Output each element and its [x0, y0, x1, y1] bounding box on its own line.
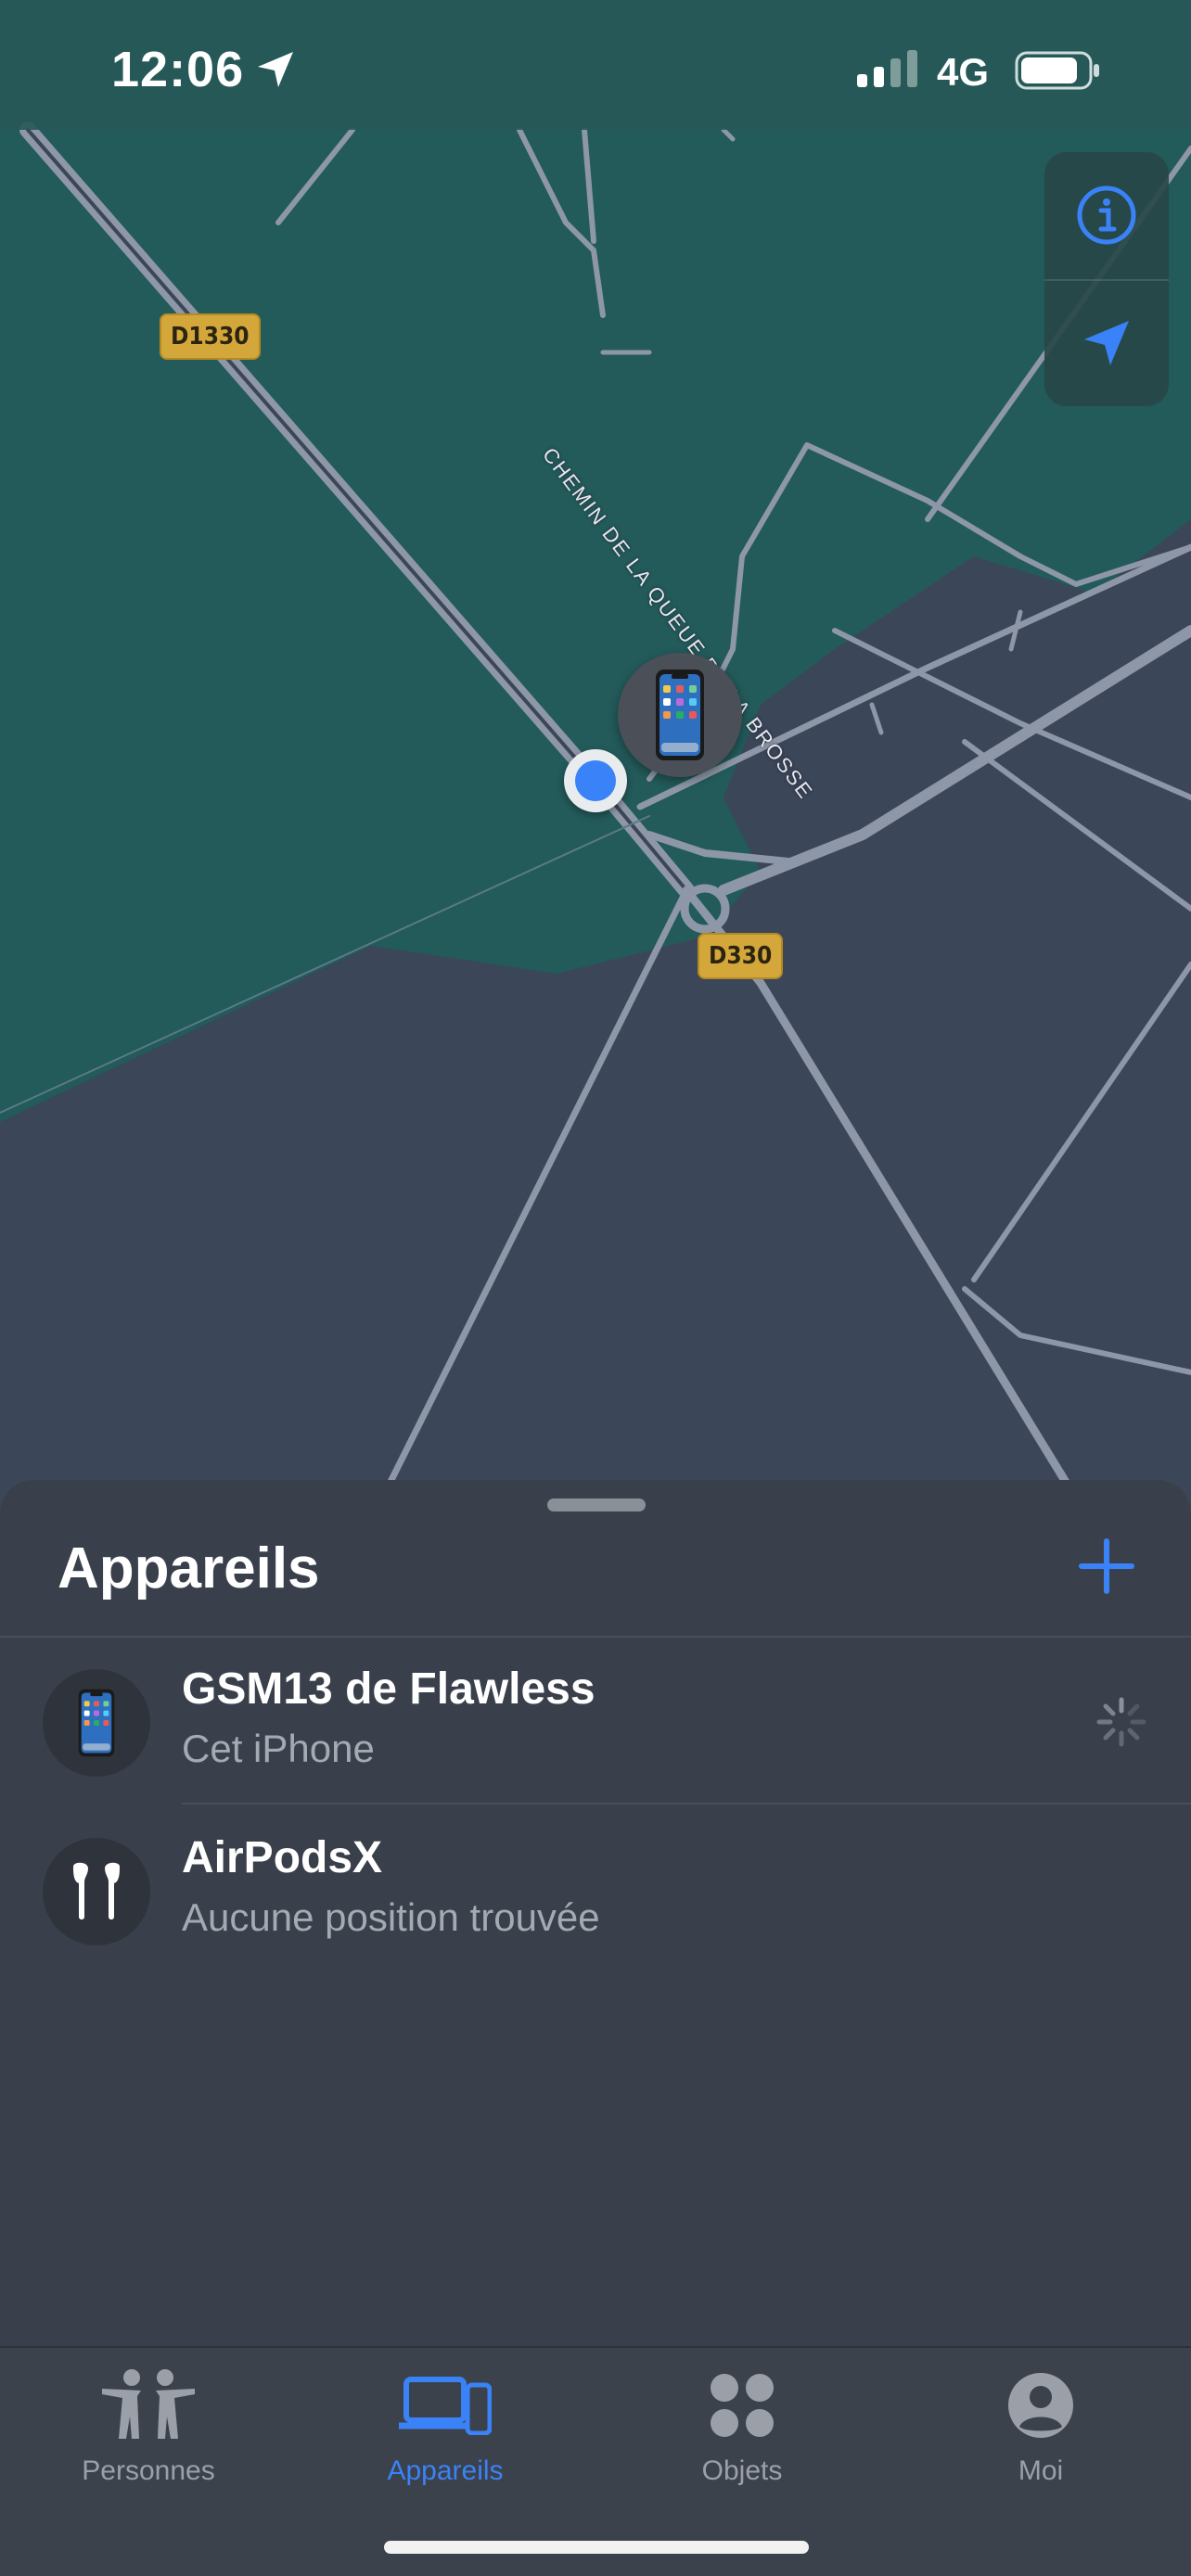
devices-icon — [399, 2377, 492, 2435]
user-location-dot — [564, 749, 627, 812]
map-info-button[interactable] — [1044, 152, 1169, 278]
add-device-button[interactable] — [1076, 1536, 1137, 1597]
items-icon — [711, 2374, 774, 2437]
map-view[interactable]: D1330 D330 CHEMIN DE LA QUEUE DE LA BROS… — [0, 0, 1191, 1576]
network-type: 4G — [937, 50, 990, 94]
device-name: GSM13 de Flawless — [182, 1664, 596, 1714]
list-item-device[interactable]: AirPodsX Aucune position trouvée — [0, 1806, 1191, 1973]
road-badge-d330: D330 — [698, 933, 784, 979]
device-name: AirPodsX — [182, 1833, 383, 1882]
home-indicator[interactable] — [384, 2541, 809, 2554]
iphone-icon — [78, 1689, 115, 1757]
sheet-title: Appareils — [58, 1537, 320, 1600]
device-avatar — [43, 1838, 150, 1945]
map-controls — [1044, 152, 1169, 406]
tab-label: Appareils — [387, 2455, 504, 2486]
sheet-grabber[interactable] — [547, 1498, 646, 1511]
tab-label: Objets — [701, 2455, 783, 2486]
info-icon — [1077, 185, 1136, 245]
location-arrow-icon — [258, 52, 293, 87]
device-pin-iphone[interactable] — [618, 653, 742, 777]
person-circle-icon — [1008, 2373, 1073, 2438]
tab-devices[interactable]: Appareils — [334, 2361, 557, 2500]
tab-people[interactable]: Personnes — [37, 2361, 260, 2500]
status-time: 12:06 — [111, 42, 245, 97]
row-divider — [182, 1803, 1191, 1804]
cellular-signal-icon — [857, 50, 917, 87]
map-locate-button[interactable] — [1044, 280, 1169, 406]
airpods-icon — [73, 1862, 120, 1919]
iphone-icon — [656, 670, 704, 760]
tab-label: Moi — [1018, 2455, 1064, 2486]
device-subtitle: Aucune position trouvée — [182, 1895, 600, 1939]
device-subtitle: Cet iPhone — [182, 1727, 375, 1770]
tab-me[interactable]: Moi — [929, 2361, 1152, 2500]
battery-icon — [1015, 51, 1099, 90]
tab-label: Personnes — [82, 2455, 215, 2486]
people-icon — [102, 2369, 195, 2439]
location-arrow-icon — [1084, 321, 1129, 365]
road-badge-d1330: D1330 — [160, 313, 261, 360]
status-bar: 12:06 4G — [0, 0, 1191, 130]
loading-spinner-icon — [1096, 1697, 1146, 1747]
list-item-device[interactable]: GSM13 de Flawless Cet iPhone — [0, 1638, 1191, 1804]
device-avatar — [43, 1669, 150, 1777]
tab-items[interactable]: Objets — [631, 2361, 853, 2500]
plus-icon — [1079, 1538, 1134, 1594]
